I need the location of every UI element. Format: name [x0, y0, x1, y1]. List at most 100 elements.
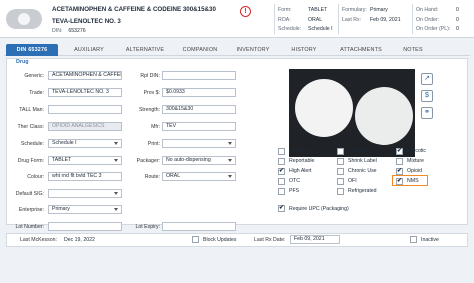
drug-form-label: Drug Form:	[17, 158, 44, 164]
pfs-label: PFS	[289, 188, 300, 194]
header-col-2: Formulary: Primary Last Rx: Feb 09, 2021	[342, 6, 401, 25]
block-updates-checkbox[interactable]	[192, 236, 199, 243]
schedule-select[interactable]: Schedule I	[48, 139, 122, 148]
colour-field[interactable]: wht rnd flt bvld TEC 3	[48, 172, 122, 181]
drug-form-select[interactable]: TABLET	[48, 156, 122, 165]
enterprise-select[interactable]: Primary	[48, 205, 122, 214]
narcotic-checkbox[interactable]: ✔	[396, 148, 403, 155]
print-select[interactable]	[162, 139, 236, 148]
tab-alternative[interactable]: ALTERNATIVE	[120, 44, 170, 56]
form-value: TABLET	[308, 7, 328, 13]
default-sig-select[interactable]	[48, 189, 122, 198]
header-col-1: Form: TABLET ROA: ORAL Schedule: Schedule I	[278, 6, 333, 35]
ofi-checkbox[interactable]	[337, 178, 344, 185]
divider	[338, 4, 339, 34]
mixture-checkbox[interactable]	[396, 158, 403, 165]
tab-attachments[interactable]: ATTACHMENTS	[332, 44, 390, 56]
print-label: Print:	[147, 141, 160, 147]
chevron-down-icon	[114, 192, 118, 195]
drug-title: ACETAMINOPHEN & CAFFEINE & CODEINE 300&1…	[52, 6, 216, 13]
colour-label: Colour:	[27, 174, 44, 180]
innovator-label: Innovator	[348, 148, 370, 154]
trade-field[interactable]: TEVA-LENOLTEC NO. 3	[48, 88, 122, 97]
packager-select-value: No auto-dispensing	[166, 157, 211, 163]
divider	[412, 4, 413, 34]
on-hand-value: 0	[456, 7, 459, 13]
schedule-value: Schedule I	[308, 26, 333, 33]
ofi-label: OFI	[348, 178, 357, 184]
on-order-pl-value: 0	[456, 26, 459, 33]
otc-checkbox[interactable]	[278, 178, 285, 185]
block-updates-label: Block Updates	[203, 237, 237, 243]
tab-notes[interactable]: NOTES	[398, 44, 428, 56]
mfr-label: Mfr:	[151, 124, 160, 130]
strength-field[interactable]: 300&15&30	[162, 105, 236, 114]
ther-class-label: Ther Class:	[17, 124, 44, 130]
tab-auxiliary[interactable]: AUXILIARY	[66, 44, 112, 56]
lot-expiry-label: Lot Expiry:	[135, 224, 160, 230]
otc-label: OTC	[289, 178, 300, 184]
rpl-din-label: Rpl DIN:	[140, 73, 160, 79]
reportable-checkbox[interactable]	[278, 158, 285, 165]
high-alert-checkbox[interactable]: ✔	[278, 168, 285, 175]
inactive-label: Inactive	[421, 237, 439, 243]
tall-man-label: TALL Man:	[19, 107, 44, 113]
last-rx-label: Last Rx:	[342, 16, 362, 23]
route-select-value: ORAL	[166, 173, 181, 179]
lot-expiry-field[interactable]	[162, 222, 236, 231]
header-col-3: On Hand: 0 On Order: 0 On Order (PL): 0	[416, 6, 459, 35]
refrigerated-label: Refrigerated	[348, 188, 377, 194]
chevron-down-icon	[228, 175, 232, 178]
prov-s-label: Prov $:	[143, 90, 160, 96]
last-mckesson-label: Last McKesson:	[20, 237, 57, 243]
din-row: DIN: 653276	[52, 28, 86, 34]
tall-man-field[interactable]	[48, 105, 122, 114]
divider	[274, 4, 275, 34]
inactive-checkbox[interactable]	[410, 236, 417, 243]
chevron-down-icon	[228, 159, 232, 162]
last-rx-date-field[interactable]: Feb 09, 2021	[290, 235, 340, 244]
drug-image	[289, 69, 415, 157]
dollar-icon[interactable]: $	[421, 90, 433, 102]
drug-subtitle: TEVA-LENOLTEC NO. 3	[52, 18, 121, 25]
enterprise-label: Enterprise:	[18, 207, 44, 213]
mfr-field[interactable]: TEV	[162, 122, 236, 131]
schedule-label: Schedule:	[278, 26, 302, 33]
route-label: Route:	[144, 174, 160, 180]
rpl-din-field[interactable]	[162, 71, 236, 80]
alert-icon[interactable]: !	[240, 6, 251, 17]
narcotic-label: Narcotic	[407, 148, 427, 154]
strength-label: Strength:	[138, 107, 160, 113]
last-rx-value: Feb 09, 2021	[370, 16, 401, 23]
shrink-label-label: Shrink Label	[348, 158, 377, 164]
prov-s-field[interactable]: $0.0933	[162, 88, 236, 97]
default-sig-label: Default SIG:	[15, 191, 44, 197]
innovator-checkbox[interactable]	[337, 148, 344, 155]
pfs-checkbox[interactable]	[278, 188, 285, 195]
chevron-down-icon	[114, 208, 118, 211]
chevron-down-icon	[228, 142, 232, 145]
limited-use-checkbox[interactable]	[278, 148, 285, 155]
chronic-use-checkbox[interactable]	[337, 168, 344, 175]
roa-label: ROA:	[278, 16, 291, 23]
shrink-label-checkbox[interactable]	[337, 158, 344, 165]
tab-history[interactable]: HISTORY	[284, 44, 324, 56]
last-mckesson-value: Dec 19, 2022	[64, 237, 95, 243]
refrigerated-checkbox[interactable]	[337, 188, 344, 195]
link-icon[interactable]: ⚭	[421, 107, 433, 119]
lot-number-field[interactable]	[48, 222, 122, 231]
generic-field[interactable]: ACETAMINOPHEN & CAFFEINE	[48, 71, 122, 80]
tab-companion[interactable]: COMPANION	[176, 44, 224, 56]
schedule-field-label: Schedule:	[20, 141, 44, 147]
route-select[interactable]: ORAL	[162, 172, 236, 181]
external-link-icon[interactable]: ↗	[421, 73, 433, 85]
tab-bar: DIN 653276 AUXILIARY ALTERNATIVE COMPANI…	[4, 44, 470, 56]
roa-value: ORAL	[308, 16, 323, 23]
require-upc-checkbox[interactable]: ✔	[278, 205, 285, 212]
opioid-label: Opioid	[407, 168, 422, 174]
tab-inventory[interactable]: INVENTORY	[230, 44, 276, 56]
opioid-checkbox[interactable]: ✔	[396, 168, 403, 175]
packager-select[interactable]: No auto-dispensing	[162, 156, 236, 165]
chevron-down-icon	[114, 142, 118, 145]
tab-din[interactable]: DIN 653276	[6, 44, 58, 56]
